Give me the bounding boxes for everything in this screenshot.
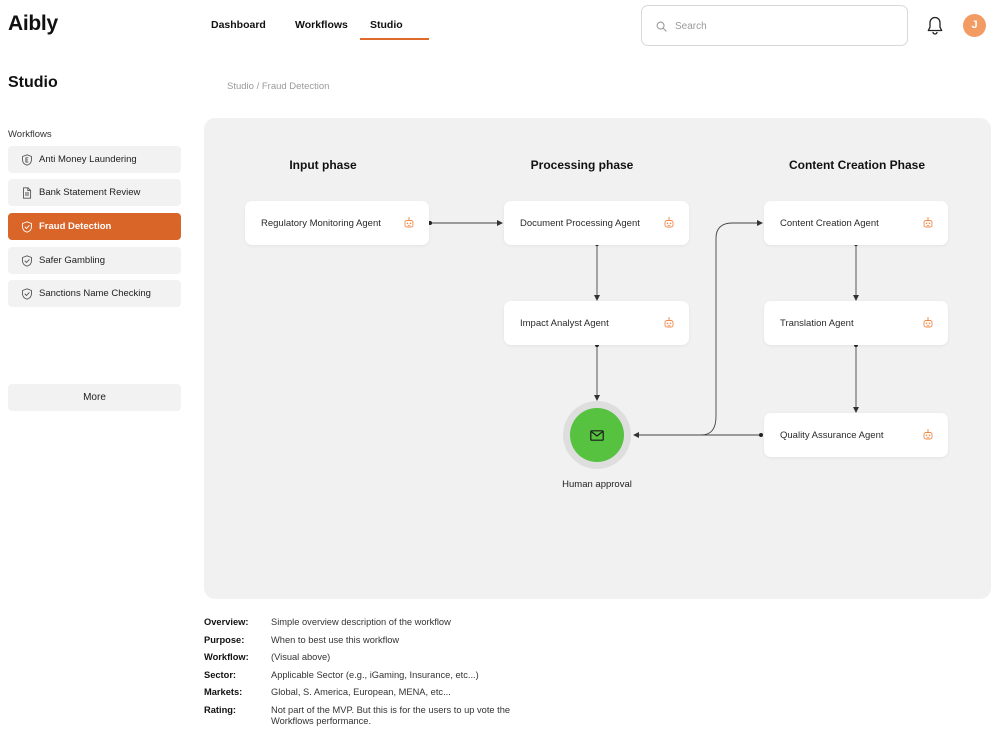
detail-row-sector: Sector: Applicable Sector (e.g., iGaming…: [204, 670, 764, 681]
robot-icon: [404, 217, 414, 228]
bell-icon[interactable]: [926, 15, 944, 36]
robot-icon: [664, 217, 674, 228]
detail-value: Applicable Sector (e.g., iGaming, Insura…: [271, 669, 479, 680]
sidebar-item-fraud-detection[interactable]: Fraud Detection: [8, 213, 181, 240]
detail-key: Overview:: [204, 617, 249, 627]
phase-title-content-creation: Content Creation Phase: [788, 158, 926, 172]
shield-check-icon: [22, 220, 32, 233]
node-regulatory-monitoring-agent[interactable]: Regulatory Monitoring Agent: [245, 201, 429, 245]
node-label: Document Processing Agent: [520, 217, 640, 229]
mail-icon: [590, 429, 604, 441]
detail-key: Purpose:: [204, 634, 245, 645]
detail-row-workflow: Workflow: (Visual above): [204, 652, 764, 663]
nav-tab-workflows[interactable]: Workflows: [295, 19, 348, 31]
phase-title-input: Input phase: [289, 158, 357, 172]
node-document-processing-agent[interactable]: Document Processing Agent: [504, 201, 689, 245]
user-avatar[interactable]: J: [963, 14, 986, 37]
sidebar-item-label: Anti Money Laundering: [39, 154, 137, 165]
node-impact-analyst-agent[interactable]: Impact Analyst Agent: [504, 301, 689, 345]
shield-e-icon: [22, 153, 32, 166]
node-translation-agent[interactable]: Translation Agent: [764, 301, 948, 345]
node-content-creation-agent[interactable]: Content Creation Agent: [764, 201, 948, 245]
shield-check-icon: [22, 287, 32, 300]
node-label: Content Creation Agent: [780, 217, 879, 229]
document-icon: [23, 186, 32, 199]
detail-row-overview: Overview: Simple overview description of…: [204, 617, 764, 628]
nav-tab-studio[interactable]: Studio: [360, 19, 429, 40]
sidebar-section-label: Workflows: [8, 129, 52, 140]
sidebar-item-label: Safer Gambling: [39, 255, 106, 266]
nav-tab-dashboard[interactable]: Dashboard: [211, 19, 266, 31]
node-label: Regulatory Monitoring Agent: [261, 217, 381, 229]
detail-row-rating: Rating: Not part of the MVP. But this is…: [204, 705, 764, 727]
detail-value: Global, S. America, European, MENA, etc.…: [271, 687, 451, 697]
app-root: Aibly Dashboard Workflows Studio J Studi…: [0, 0, 1000, 751]
robot-icon: [923, 317, 933, 328]
sidebar-item-sanctions-name-checking[interactable]: Sanctions Name Checking: [8, 280, 181, 307]
robot-icon: [664, 317, 674, 328]
node-label: Impact Analyst Agent: [520, 317, 609, 329]
node-label: Translation Agent: [780, 317, 854, 329]
node-quality-assurance-agent[interactable]: Quality Assurance Agent: [764, 413, 948, 457]
detail-value: Simple overview description of the workf…: [271, 617, 451, 627]
detail-key: Markets:: [204, 687, 243, 697]
node-label: Quality Assurance Agent: [780, 429, 884, 441]
more-button[interactable]: More: [8, 384, 181, 411]
detail-key: Workflow:: [204, 652, 249, 662]
breadcrumb: Studio / Fraud Detection: [227, 81, 330, 92]
search-box[interactable]: [641, 5, 908, 46]
sidebar-item-safer-gambling[interactable]: Safer Gambling: [8, 247, 181, 274]
detail-key: Rating:: [204, 704, 237, 715]
detail-row-purpose: Purpose: When to best use this workflow: [204, 635, 764, 646]
search-icon: [656, 21, 667, 32]
phase-title-processing: Processing phase: [530, 158, 634, 172]
shield-check-icon: [22, 254, 32, 267]
robot-icon: [923, 217, 933, 228]
detail-row-markets: Markets: Global, S. America, European, M…: [204, 687, 764, 698]
sidebar-item-label: Sanctions Name Checking: [39, 288, 151, 299]
app-logo[interactable]: Aibly: [8, 12, 58, 36]
page-title: Studio: [8, 74, 58, 91]
detail-value: Not part of the MVP. But this is for the…: [271, 704, 511, 726]
workflow-details: Overview: Simple overview description of…: [204, 617, 764, 733]
sidebar-item-label: Bank Statement Review: [39, 187, 141, 198]
detail-value: When to best use this workflow: [271, 634, 400, 645]
detail-key: Sector:: [204, 669, 237, 680]
sidebar-item-bank-statement-review[interactable]: Bank Statement Review: [8, 179, 181, 206]
workflow-canvas: Input phase Processing phase Content Cre…: [204, 118, 991, 599]
sidebar-item-label: Fraud Detection: [39, 221, 112, 232]
workflow-connectors: [428, 220, 859, 438]
detail-value: (Visual above): [271, 652, 331, 662]
search-input[interactable]: [675, 16, 895, 36]
robot-icon: [923, 429, 933, 440]
human-approval-node[interactable]: [570, 408, 624, 462]
sidebar-item-anti-money-laundering[interactable]: Anti Money Laundering: [8, 146, 181, 173]
human-approval-label: Human approval: [562, 479, 632, 490]
